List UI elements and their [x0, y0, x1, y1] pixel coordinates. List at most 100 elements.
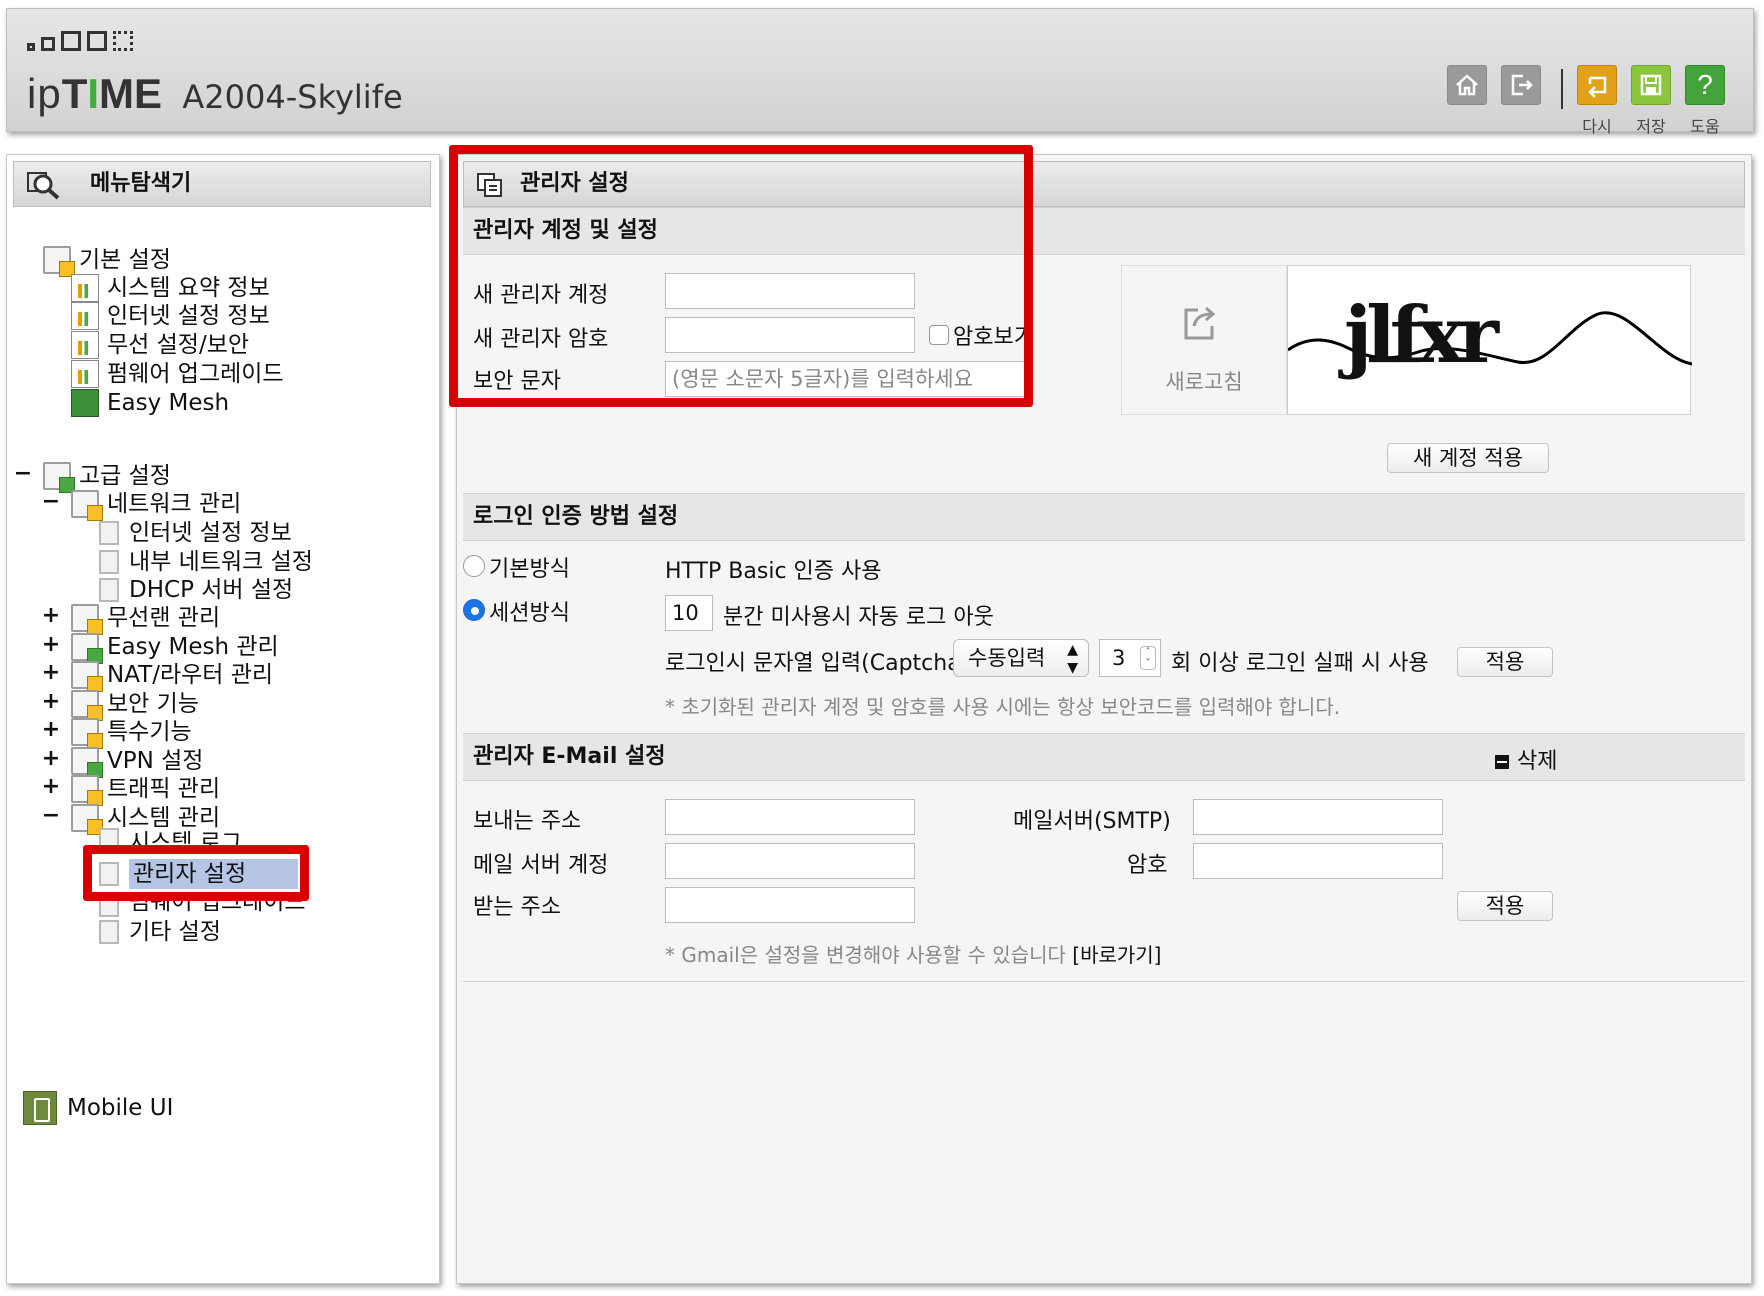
page-icon	[99, 897, 119, 917]
session-minutes-input[interactable]: 10	[665, 595, 713, 631]
home-button[interactable]	[1447, 65, 1487, 105]
tree-other-settings[interactable]: 기타 설정	[99, 917, 221, 947]
tree-easy-mesh[interactable]: Easy Mesh	[71, 388, 229, 418]
tree-admin-settings[interactable]: 관리자 설정	[99, 859, 299, 889]
save-label: 저장	[1636, 117, 1666, 136]
save-button[interactable]	[1631, 65, 1671, 105]
session-auth-radio[interactable]	[463, 599, 485, 621]
tree-label-selected: 관리자 설정	[129, 859, 299, 889]
section-divider	[463, 981, 1745, 982]
basic-auth-radio[interactable]	[463, 555, 485, 577]
show-password-checkbox[interactable]	[929, 325, 949, 345]
tree-wireless-security[interactable]: 무선 설정/보안	[71, 330, 249, 360]
expander-network[interactable]: −	[41, 489, 61, 514]
menu-explorer-label: 메뉴탐색기	[90, 171, 192, 196]
security-text-label: 보안 문자	[473, 369, 561, 394]
email-delete-button[interactable]: 삭제	[1495, 743, 1557, 775]
security-text-input[interactable]: (영문 소문자 5글자)를 입력하세요	[665, 361, 1029, 397]
captcha-mode-select[interactable]: 수동입력 ▲ ▼	[953, 639, 1089, 677]
expander-special[interactable]: +	[41, 717, 61, 742]
tree-firmware-upgrade[interactable]: 펌웨어 업그레이드	[71, 359, 284, 389]
fail-count-stepper[interactable]: 3 ˄ ˅	[1099, 639, 1161, 677]
undo-icon	[1588, 76, 1607, 98]
tree-label: 네트워크 관리	[107, 491, 242, 517]
brand-t: T	[61, 70, 88, 117]
captcha-login-label: 로그인시 문자열 입력(Captcha)	[665, 651, 970, 676]
sender-input[interactable]	[665, 799, 915, 835]
captcha-mode-value: 수동입력	[968, 646, 1046, 670]
expander-advanced[interactable]: −	[13, 461, 33, 486]
tree-label: NAT/라우터 관리	[107, 662, 274, 688]
apply-new-account-button[interactable]: 새 계정 적용	[1387, 443, 1549, 473]
tree-label: DHCP 서버 설정	[129, 577, 294, 603]
expander-system[interactable]: −	[41, 803, 61, 828]
gmail-note-text: * Gmail은 설정을 변경해야 사용할 수 있습니다	[665, 943, 1073, 967]
fail-count-value: 3	[1112, 646, 1126, 670]
tree-wireless-management[interactable]: 무선랜 관리	[71, 603, 220, 635]
recipient-label: 받는 주소	[473, 895, 561, 920]
new-password-input[interactable]	[665, 317, 915, 353]
admin-settings-panel: 관리자 설정 관리자 계정 및 설정 새 관리자 계정 새 관리자 암호 암호보…	[449, 145, 1752, 1284]
undo-button[interactable]	[1577, 65, 1617, 105]
tree-system-summary[interactable]: 시스템 요약 정보	[71, 273, 270, 303]
menu-explorer-title: 메뉴탐색기	[13, 161, 431, 207]
smtp-label: 메일서버(SMTP)	[1013, 809, 1171, 834]
expander-vpn[interactable]: +	[41, 746, 61, 771]
expander-security[interactable]: +	[41, 689, 61, 714]
logout-icon	[1511, 74, 1533, 96]
login-apply-button[interactable]: 적용	[1457, 647, 1553, 677]
menu-explorer: 메뉴탐색기 기본 설정 시스템 요약 정보 인터넷 설정 정보 무선 설정/보안…	[6, 154, 440, 1284]
save-icon	[1640, 74, 1662, 96]
mobile-phone-icon	[23, 1091, 57, 1125]
tree-lan-settings[interactable]: 내부 네트워크 설정	[99, 547, 313, 577]
chart-icon	[71, 274, 99, 302]
expander-nat[interactable]: +	[41, 660, 61, 685]
tree-nat-router[interactable]: NAT/라우터 관리	[71, 660, 274, 692]
tree-advanced-settings[interactable]: 고급 설정	[43, 461, 171, 493]
tree-network-management[interactable]: 네트워크 관리	[71, 489, 242, 521]
expander-wireless[interactable]: +	[41, 603, 61, 628]
smtp-input[interactable]	[1193, 799, 1443, 835]
tree-label: 인터넷 설정 정보	[129, 520, 292, 546]
tree-traffic-management[interactable]: 트래픽 관리	[71, 774, 220, 806]
refresh-label: 새로고침	[1165, 370, 1243, 394]
tree-system-log[interactable]: 시스템 로그	[99, 828, 242, 850]
tree-firmware-upgrade-2[interactable]: 펌웨어 업그레이드	[99, 897, 306, 917]
expander-traffic[interactable]: +	[41, 774, 61, 799]
recipient-input[interactable]	[665, 887, 915, 923]
tree-label: 보안 기능	[107, 691, 199, 717]
gmail-shortcut-link[interactable]: [바로가기]	[1072, 943, 1161, 967]
mail-password-input[interactable]	[1193, 843, 1443, 879]
brand-i: I	[87, 70, 100, 117]
tree-easymesh-management[interactable]: Easy Mesh 관리	[71, 632, 279, 664]
tree-internet-settings[interactable]: 인터넷 설정 정보	[99, 518, 292, 548]
router-folder-icon	[71, 661, 103, 692]
tree-dhcp-settings[interactable]: DHCP 서버 설정	[99, 575, 293, 605]
mobile-ui-link[interactable]: Mobile UI	[23, 1091, 173, 1125]
tree-label: 인터넷 설정 정보	[107, 303, 270, 329]
wireless-folder-icon	[71, 604, 103, 635]
email-apply-button[interactable]: 적용	[1457, 891, 1553, 921]
tree-security-features[interactable]: 보안 기능	[71, 689, 199, 721]
basic-auth-desc: HTTP Basic 인증 사용	[665, 559, 882, 584]
folder-icon	[43, 246, 75, 277]
mail-account-label: 메일 서버 계정	[473, 853, 609, 878]
captcha-refresh-button[interactable]: 새로고침	[1121, 265, 1287, 415]
expander-easymesh[interactable]: +	[41, 632, 61, 657]
stepper-arrows-icon[interactable]: ˄ ˅	[1140, 646, 1156, 670]
tree-basic-settings[interactable]: 기본 설정	[43, 245, 171, 277]
logout-button[interactable]	[1501, 65, 1541, 105]
new-account-input[interactable]	[665, 273, 915, 309]
panel-title: 관리자 설정	[463, 161, 1745, 207]
mesh-icon	[71, 389, 99, 417]
mail-account-input[interactable]	[665, 843, 915, 879]
fail-count-desc: 회 이상 로그인 실패 시 사용	[1171, 651, 1429, 676]
mail-password-label: 암호	[1127, 853, 1168, 878]
tree-internet-info[interactable]: 인터넷 설정 정보	[71, 301, 270, 331]
tree-label: VPN 설정	[107, 748, 204, 774]
help-button[interactable]: ?	[1685, 65, 1725, 105]
select-arrows-icon: ▲ ▼	[1067, 642, 1078, 676]
tree-special-features[interactable]: 특수기능	[71, 717, 192, 749]
upgrade-arrow-icon	[71, 360, 99, 388]
tree-vpn-settings[interactable]: VPN 설정	[71, 746, 204, 778]
